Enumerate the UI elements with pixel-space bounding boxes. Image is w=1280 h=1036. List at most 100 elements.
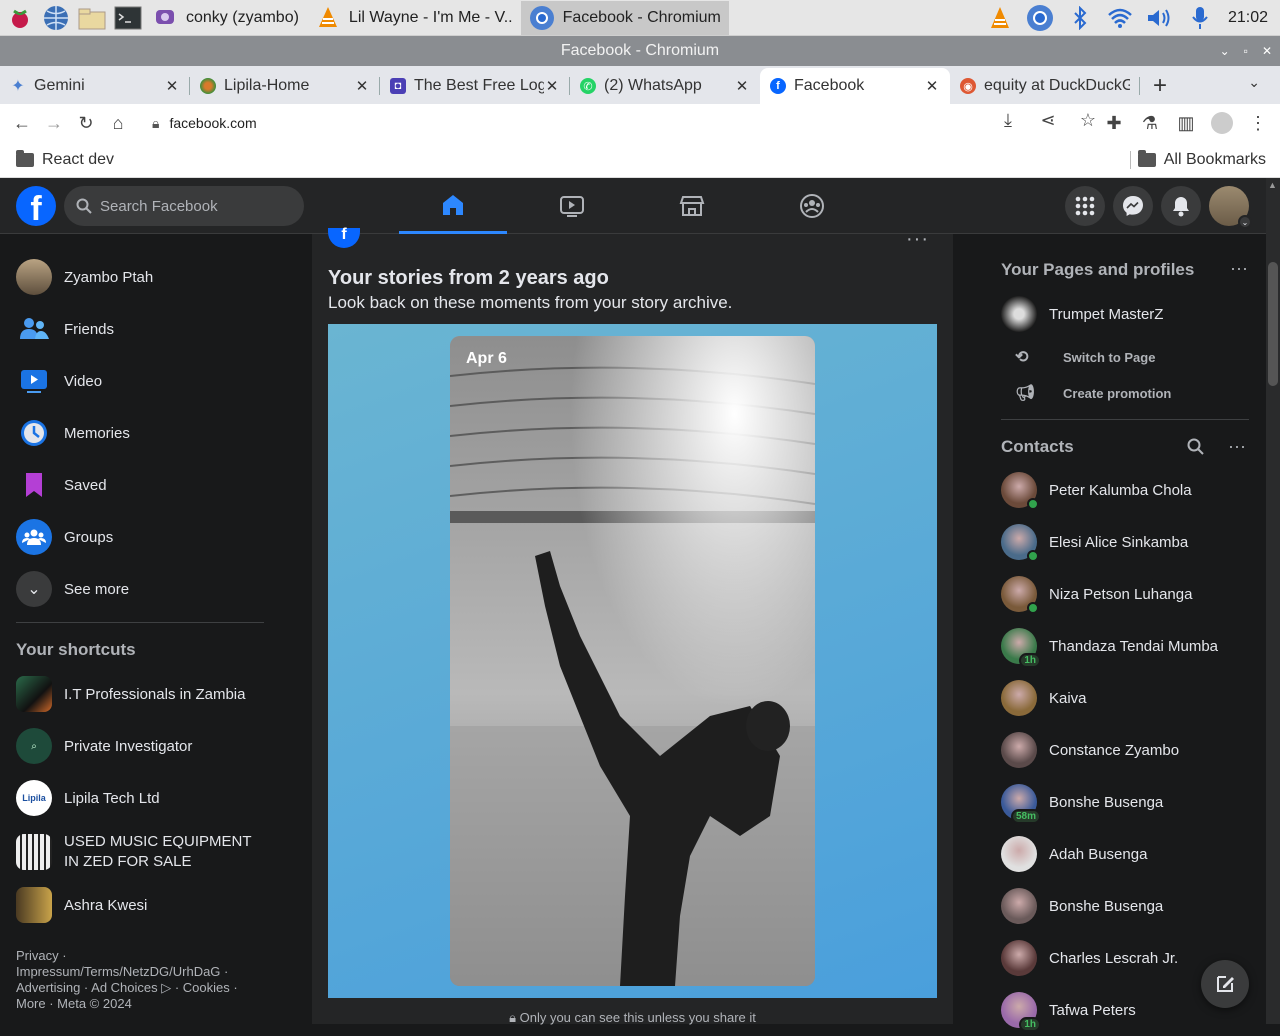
taskbar-app-vlc[interactable]: Lil Wayne - I'm Me - V.. xyxy=(307,1,521,35)
nav-home[interactable] xyxy=(399,178,507,234)
home-icon[interactable]: ⌂ xyxy=(102,107,134,139)
see-more-button[interactable]: ⌄ See more xyxy=(8,563,298,615)
switch-to-page-button[interactable]: ⟲ Switch to Page xyxy=(1001,340,1261,374)
contacts-search-icon[interactable] xyxy=(1187,438,1205,461)
messenger-button[interactable] xyxy=(1113,186,1153,226)
new-tab-button[interactable]: + xyxy=(1140,68,1180,104)
shortcut-it-professionals[interactable]: I.T Professionals in Zambia xyxy=(8,668,298,720)
microphone-icon[interactable] xyxy=(1180,0,1220,36)
close-tab-icon[interactable]: ✕ xyxy=(734,77,750,95)
taskbar-app-chromium[interactable]: Facebook - Chromium xyxy=(520,0,729,35)
chromium-tray-icon[interactable] xyxy=(1020,0,1060,36)
lipila-logo: Lipila xyxy=(16,780,52,816)
video-icon xyxy=(16,363,52,399)
contact-name: Charles Lescrah Jr. xyxy=(1049,949,1179,967)
address-bar[interactable]: 🔒︎ facebook.com xyxy=(140,107,1110,139)
messenger-icon xyxy=(1123,196,1143,216)
account-avatar[interactable]: ⌄ xyxy=(1209,186,1252,229)
bookmark-folder-react-dev[interactable]: React dev xyxy=(16,149,114,169)
browser-launcher-icon[interactable] xyxy=(40,2,72,34)
shortcuts-title: Your shortcuts xyxy=(16,640,136,659)
contact-name: Elesi Alice Sinkamba xyxy=(1049,533,1189,551)
tab-gemini[interactable]: ✦ Gemini ✕ xyxy=(0,68,190,104)
maximize-icon[interactable]: ▫ xyxy=(1244,44,1248,58)
contact-name: Adah Busenga xyxy=(1049,845,1148,863)
forward-icon[interactable]: → xyxy=(38,107,70,139)
minimize-icon[interactable]: ⌄ xyxy=(1220,44,1230,58)
volume-icon[interactable] xyxy=(1140,0,1180,36)
sidebar-item-saved[interactable]: Saved xyxy=(8,459,298,511)
page-trumpet-masterz[interactable]: Trumpet MasterZ xyxy=(1001,288,1261,340)
clock[interactable]: 21:02 xyxy=(1220,9,1280,27)
sidebar-item-friends[interactable]: Friends xyxy=(8,303,298,355)
menu-button[interactable] xyxy=(1065,186,1105,226)
sidebar-item-groups[interactable]: Groups xyxy=(8,511,298,563)
scrollbar-thumb[interactable] xyxy=(1268,262,1278,386)
back-icon[interactable]: ← xyxy=(6,107,38,139)
tab-duckduckgo[interactable]: ◉ equity at DuckDuckGo xyxy=(950,68,1140,104)
labs-icon[interactable]: ⚗ xyxy=(1134,107,1166,139)
nav-video[interactable] xyxy=(518,178,626,234)
shortcut-ashra-kwesi[interactable]: Ashra Kwesi xyxy=(8,879,298,931)
shortcut-private-investigator[interactable]: ⌕ Private Investigator xyxy=(8,720,298,772)
scroll-up-icon[interactable]: ▲ xyxy=(1268,180,1277,190)
notifications-button[interactable] xyxy=(1161,186,1201,226)
contact-item[interactable]: Niza Petson Luhanga xyxy=(1001,568,1261,620)
search-box[interactable] xyxy=(64,186,304,226)
contact-item[interactable]: Elesi Alice Sinkamba xyxy=(1001,516,1261,568)
nav-marketplace[interactable] xyxy=(638,178,746,234)
vlc-tray-icon[interactable] xyxy=(980,0,1020,36)
shortcut-label: Lipila Tech Ltd xyxy=(64,789,160,807)
taskbar-app-conky[interactable]: conky (zyambo) xyxy=(144,1,307,35)
tab-facebook[interactable]: f Facebook ✕ xyxy=(760,68,950,104)
scrollbar[interactable] xyxy=(1266,178,1280,1024)
footer-links[interactable]: Privacy · Impressum/Terms/NetzDG/UrhDaG … xyxy=(16,948,256,1012)
create-promotion-button[interactable]: 📢︎ Create promotion xyxy=(1001,376,1261,410)
sidebar-item-profile[interactable]: Zyambo Ptah xyxy=(8,251,298,303)
reload-icon[interactable]: ↻ xyxy=(70,107,102,139)
all-bookmarks-button[interactable]: All Bookmarks xyxy=(1137,149,1266,169)
shortcut-used-music-equipment[interactable]: USED MUSIC EQUIPMENT IN ZED FOR SALE xyxy=(8,824,298,880)
story-photo[interactable]: Apr 6 xyxy=(450,336,815,986)
contacts-more-icon[interactable]: ··· xyxy=(1228,436,1246,457)
close-icon[interactable]: ✕ xyxy=(1262,44,1272,58)
close-tab-icon[interactable]: ✕ xyxy=(924,77,940,95)
promo-label: Create promotion xyxy=(1063,385,1172,401)
sidebar-item-memories[interactable]: Memories xyxy=(8,407,298,459)
story-subtitle: Look back on these moments from your sto… xyxy=(328,293,733,312)
file-manager-icon[interactable] xyxy=(76,2,108,34)
tab-lipila-home[interactable]: Lipila-Home ✕ xyxy=(190,68,380,104)
close-tab-icon[interactable]: ✕ xyxy=(354,77,370,95)
contact-item[interactable]: 58m Bonshe Busenga xyxy=(1001,776,1261,828)
new-message-button[interactable] xyxy=(1201,960,1249,1008)
shortcut-lipila-tech[interactable]: Lipila Lipila Tech Ltd xyxy=(8,772,298,824)
contact-item[interactable]: Peter Kalumba Chola xyxy=(1001,464,1261,516)
sidebar-item-video[interactable]: Video xyxy=(8,355,298,407)
browser-menu-icon[interactable]: ⋮ xyxy=(1242,107,1274,139)
contact-item[interactable]: Kaiva xyxy=(1001,672,1261,724)
nav-groups[interactable] xyxy=(758,178,866,234)
tab-logo-maker[interactable]: ◘ The Best Free Logo ✕ xyxy=(380,68,570,104)
share-icon[interactable]: ⋖ xyxy=(1032,104,1064,136)
more-options-icon[interactable]: ··· xyxy=(906,228,929,251)
contact-item[interactable]: Bonshe Busenga xyxy=(1001,880,1261,932)
contact-item[interactable]: 1h Thandaza Tendai Mumba xyxy=(1001,620,1261,672)
install-app-icon[interactable]: ⤓ xyxy=(992,104,1024,136)
search-input[interactable] xyxy=(100,197,290,215)
window-titlebar: Facebook - Chromium ⌄ ▫ ✕ xyxy=(0,36,1280,66)
side-panel-icon[interactable]: ▥ xyxy=(1170,107,1202,139)
facebook-logo[interactable]: f xyxy=(16,186,56,226)
bluetooth-icon[interactable] xyxy=(1060,0,1100,36)
close-tab-icon[interactable]: ✕ xyxy=(544,77,560,95)
terminal-icon[interactable] xyxy=(112,2,144,34)
contact-item[interactable]: Adah Busenga xyxy=(1001,828,1261,880)
wifi-icon[interactable] xyxy=(1100,0,1140,36)
profile-icon[interactable] xyxy=(1206,107,1238,139)
pages-more-icon[interactable]: ··· xyxy=(1230,258,1248,279)
tab-whatsapp[interactable]: ✆ (2) WhatsApp ✕ xyxy=(570,68,760,104)
raspberry-menu-icon[interactable] xyxy=(4,2,36,34)
close-tab-icon[interactable]: ✕ xyxy=(164,77,180,95)
tab-search-icon[interactable]: ⌄ xyxy=(1248,74,1260,91)
extensions-icon[interactable]: ✚ xyxy=(1098,107,1130,139)
contact-item[interactable]: Constance Zyambo xyxy=(1001,724,1261,776)
